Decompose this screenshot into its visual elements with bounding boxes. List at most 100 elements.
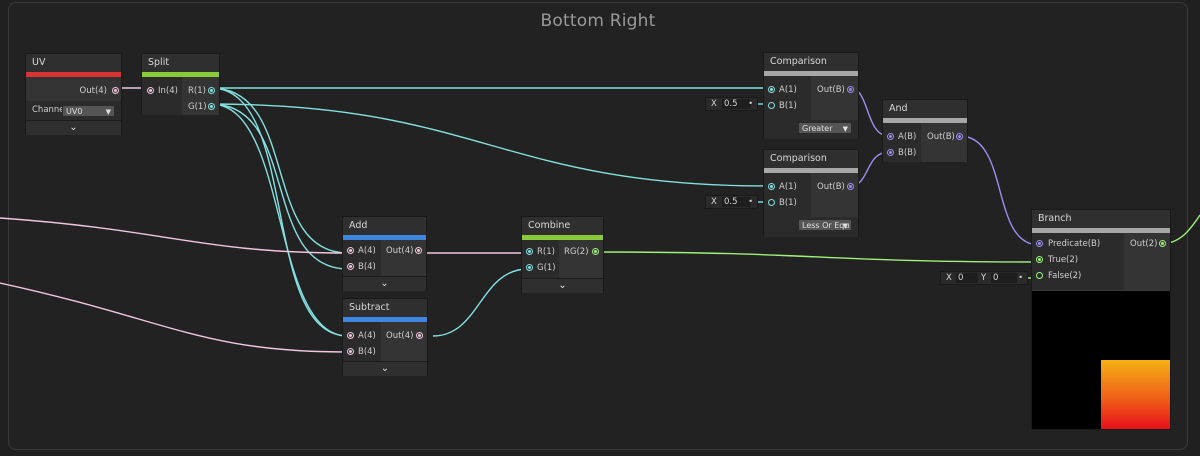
uv-node-title: UV <box>26 54 121 72</box>
chevron-down-icon: ⌄ <box>69 122 78 133</box>
comparison2-x-label: X <box>711 197 717 207</box>
subtract-b-port[interactable] <box>347 348 354 355</box>
branch-false-inline-field[interactable]: X 0 Y 0 • <box>940 271 1028 285</box>
combine-out-port[interactable] <box>592 248 599 255</box>
and-node-title: And <box>883 100 967 118</box>
comparison2-b-inline-field[interactable]: X 0.5 • <box>705 195 758 209</box>
comparison2-mode-dropdown[interactable]: Less Or Equ ▼ <box>798 219 852 231</box>
dot-icon: • <box>1018 273 1023 282</box>
and-out-port[interactable] <box>956 133 963 140</box>
add-node[interactable]: Add A(4) B(4) Out(4) ⌄ <box>342 216 427 291</box>
chevron-down-icon: ▼ <box>842 125 848 133</box>
split-g-label: G(1) <box>188 102 207 112</box>
subtract-a-port[interactable] <box>347 332 354 339</box>
branch-out-port[interactable] <box>1159 240 1166 247</box>
uv-channel-value: UV0 <box>66 107 83 116</box>
branch-true-port[interactable] <box>1036 256 1043 263</box>
branch-preview-gradient <box>1101 360 1170 429</box>
comparison1-mode-value: Greater <box>802 124 833 133</box>
add-b-port[interactable] <box>347 263 354 270</box>
combine-r-label: R(1) <box>537 247 555 257</box>
branch-false-y-label: Y <box>981 273 987 283</box>
add-b-label: B(4) <box>358 262 376 272</box>
subtract-node[interactable]: Subtract A(4) B(4) Out(4) ⌄ <box>342 298 428 376</box>
add-node-title: Add <box>343 217 426 235</box>
comparison1-node[interactable]: Comparison A(1) B(1) Out(B) Greater ▼ <box>763 52 859 139</box>
branch-predicate-label: Predicate(B) <box>1048 239 1101 249</box>
split-in-label: In(4) <box>158 86 178 96</box>
branch-false-label: False(2) <box>1048 271 1082 281</box>
comparison1-mode-dropdown[interactable]: Greater ▼ <box>798 122 852 134</box>
branch-false-port[interactable] <box>1036 272 1043 279</box>
branch-node-title: Branch <box>1032 210 1170 228</box>
comparison2-node[interactable]: Comparison A(1) B(1) Out(B) Less Or Equ … <box>763 149 859 237</box>
split-node[interactable]: Split In(4) R(1) G(1) <box>141 53 220 115</box>
comparison1-node-title: Comparison <box>764 53 858 71</box>
subtract-expand-button[interactable]: ⌄ <box>343 361 427 376</box>
comparison1-b-label: B(1) <box>779 101 797 111</box>
comparison1-out-port[interactable] <box>847 86 854 93</box>
comparison2-b-label: B(1) <box>779 198 797 208</box>
split-g-port[interactable] <box>208 103 215 110</box>
dot-icon: • <box>748 197 753 206</box>
and-b-port[interactable] <box>887 149 894 156</box>
subtract-node-title: Subtract <box>343 299 427 317</box>
comparison1-a-port[interactable] <box>768 86 775 93</box>
and-b-label: B(B) <box>898 148 917 158</box>
branch-false-x-value[interactable]: 0 <box>956 273 978 283</box>
comparison1-a-label: A(1) <box>779 85 797 95</box>
uv-out-port[interactable] <box>112 87 119 94</box>
comparison2-a-label: A(1) <box>779 182 797 192</box>
split-in-port[interactable] <box>147 87 154 94</box>
combine-r-port[interactable] <box>526 248 533 255</box>
combine-node[interactable]: Combine R(1) G(1) RG(2) ⌄ <box>521 216 604 293</box>
comparison2-node-title: Comparison <box>764 150 858 168</box>
uv-expand-button[interactable]: ⌄ <box>26 120 121 135</box>
split-r-label: R(1) <box>188 86 206 96</box>
split-node-title: Split <box>142 54 219 72</box>
comparison1-b-inline-field[interactable]: X 0.5 • <box>705 97 758 111</box>
add-expand-button[interactable]: ⌄ <box>343 276 426 291</box>
and-node[interactable]: And A(B) B(B) Out(B) <box>882 99 968 162</box>
group-title: Bottom Right <box>540 11 656 31</box>
uv-node[interactable]: UV Out(4) Channe UV0 ▼ ⌄ <box>25 53 122 135</box>
chevron-down-icon: ▼ <box>105 108 111 116</box>
subtract-out-port[interactable] <box>416 332 423 339</box>
subtract-a-label: A(4) <box>358 331 376 341</box>
and-a-port[interactable] <box>887 133 894 140</box>
and-a-label: A(B) <box>898 132 917 142</box>
branch-false-x-label: X <box>946 273 952 283</box>
chevron-down-icon: ⌄ <box>380 363 390 374</box>
add-a-label: A(4) <box>358 246 376 256</box>
branch-node[interactable]: Branch Predicate(B) True(2) False(2) Out… <box>1031 209 1171 430</box>
split-r-port[interactable] <box>208 87 215 94</box>
add-a-port[interactable] <box>347 247 354 254</box>
branch-predicate-port[interactable] <box>1036 240 1043 247</box>
comparison2-b-port[interactable] <box>768 199 775 206</box>
chevron-down-icon: ⌄ <box>558 280 567 291</box>
chevron-down-icon: ⌄ <box>380 278 389 289</box>
add-out-port[interactable] <box>415 247 422 254</box>
comparison2-out-label: Out(B) <box>817 182 845 192</box>
comparison1-x-label: X <box>711 99 717 109</box>
combine-node-title: Combine <box>522 217 603 235</box>
branch-out-label: Out(2) <box>1130 239 1158 249</box>
comparison2-a-port[interactable] <box>768 183 775 190</box>
combine-out-label: RG(2) <box>564 247 589 257</box>
comparison1-b-port[interactable] <box>768 102 775 109</box>
subtract-out-label: Out(4) <box>386 331 414 341</box>
dot-icon: • <box>748 99 753 108</box>
comparison1-out-label: Out(B) <box>817 85 845 95</box>
branch-true-label: True(2) <box>1048 255 1079 265</box>
comparison1-x-value[interactable]: 0.5 <box>722 99 751 109</box>
combine-g-port[interactable] <box>526 264 533 271</box>
add-out-label: Out(4) <box>386 246 414 256</box>
combine-g-label: G(1) <box>537 263 556 273</box>
branch-preview <box>1032 291 1170 429</box>
branch-false-y-value[interactable]: 0 <box>991 273 1017 283</box>
and-out-label: Out(B) <box>927 132 955 142</box>
comparison2-out-port[interactable] <box>847 183 854 190</box>
uv-channel-dropdown[interactable]: UV0 ▼ <box>62 105 115 117</box>
comparison2-x-value[interactable]: 0.5 <box>722 197 751 207</box>
combine-expand-button[interactable]: ⌄ <box>522 278 603 293</box>
